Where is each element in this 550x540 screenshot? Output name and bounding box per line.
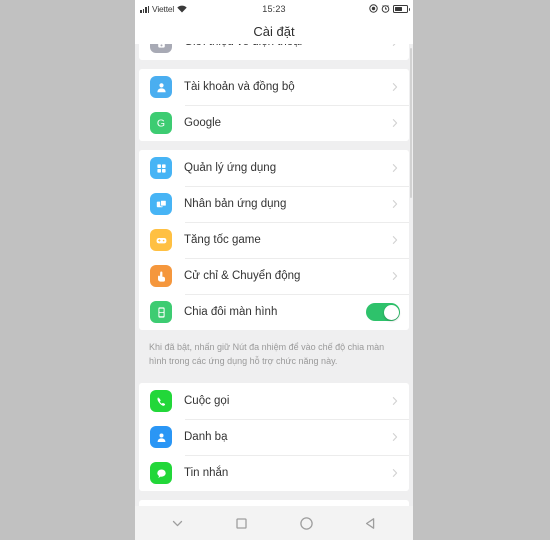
split-screen-hint: Khi đã bật, nhấn giữ Nút đa nhiệm để vào…	[149, 342, 385, 366]
chevron-right-icon	[390, 432, 400, 442]
chevron-right-icon	[390, 163, 400, 173]
split-screen-toggle[interactable]	[366, 303, 400, 321]
chevron-down-icon	[172, 520, 182, 526]
list-item[interactable]: Cuộc gọi	[139, 383, 409, 419]
list-scrollbar[interactable]	[409, 48, 412, 198]
list-item[interactable]: Quản lý ứng dụng	[139, 150, 409, 186]
settings-group-accounts: Tài khoản và đồng bộ G Google	[139, 69, 409, 141]
alarm-clock-icon	[381, 0, 390, 18]
svg-text:G: G	[157, 118, 165, 130]
messages-icon	[150, 462, 172, 484]
list-item-label: Tài khoản và đồng bộ	[184, 81, 295, 93]
list-item-label: Tin nhắn	[184, 467, 229, 479]
system-nav-bar	[135, 506, 413, 540]
list-item-label: Chia đôi màn hình	[184, 306, 278, 318]
chevron-right-icon	[390, 118, 400, 128]
chevron-right-icon	[390, 468, 400, 478]
list-item[interactable]: Tin nhắn	[139, 455, 409, 491]
chevron-right-icon	[390, 396, 400, 406]
settings-group-clipped-top: Giới thiệu về điện thoại	[139, 44, 409, 60]
status-bar: Viettel 15:23	[135, 0, 413, 18]
settings-list[interactable]: Giới thiệu về điện thoại Tài khoản và đồ…	[135, 44, 413, 506]
account-sync-icon	[150, 76, 172, 98]
square-icon	[236, 517, 247, 529]
chevron-right-icon	[390, 82, 400, 92]
toggle-knob	[383, 304, 399, 320]
split-screen-icon	[150, 301, 172, 323]
phone-screen: Viettel 15:23 Cài đặt Tài khoản và đồng …	[135, 0, 413, 540]
chevron-right-icon	[390, 44, 400, 47]
hide-navbar-button[interactable]	[164, 510, 190, 536]
list-item-label: Quản lý ứng dụng	[184, 162, 277, 174]
list-item-label: Tăng tốc game	[184, 234, 261, 246]
circle-icon	[300, 516, 313, 530]
chevron-right-icon	[390, 199, 400, 209]
list-item[interactable]: Cử chỉ & Chuyển động	[139, 258, 409, 294]
list-item[interactable]: Tài khoản và đồng bộ	[139, 69, 409, 105]
list-item-label: Danh bạ	[184, 431, 228, 443]
triangle-left-icon	[366, 517, 375, 529]
page-title-bar: Cài đặt	[135, 18, 413, 44]
page-title: Cài đặt	[253, 23, 295, 39]
list-item-label: Nhân bản ứng dụng	[184, 198, 287, 210]
back-button[interactable]	[358, 510, 384, 536]
status-bar-right	[369, 0, 410, 18]
game-boost-icon	[150, 229, 172, 251]
list-item-label: Cử chỉ & Chuyển động	[184, 270, 301, 282]
phone-icon	[150, 390, 172, 412]
contacts-icon	[150, 426, 172, 448]
home-button[interactable]	[293, 510, 319, 536]
list-item-label: Cuộc gọi	[184, 395, 230, 407]
list-item-label: Google	[184, 117, 222, 129]
chevron-right-icon	[390, 235, 400, 245]
list-item[interactable]: Danh bạ	[139, 419, 409, 455]
clone-apps-icon	[150, 193, 172, 215]
do-not-disturb-icon	[369, 0, 378, 18]
list-item[interactable]: G Google	[139, 105, 409, 141]
app-manager-icon	[150, 157, 172, 179]
list-item[interactable]: Giới thiệu về điện thoại	[139, 44, 409, 60]
recents-button[interactable]	[229, 510, 255, 536]
battery-icon	[393, 5, 410, 13]
list-item[interactable]: Tăng tốc game	[139, 222, 409, 258]
list-item-split-screen[interactable]: Chia đôi màn hình	[139, 294, 409, 330]
google-icon: G	[150, 112, 172, 134]
settings-group-apps: Quản lý ứng dụng Nhân bản ứng dụng Tăng …	[139, 150, 409, 330]
chevron-right-icon	[390, 271, 400, 281]
list-item-label: Giới thiệu về điện thoại	[184, 44, 390, 48]
screenshot-stage: Viettel 15:23 Cài đặt Tài khoản và đồng …	[0, 0, 550, 540]
settings-group-communication: Cuộc gọi Danh bạ Tin nhắn	[139, 383, 409, 491]
about-phone-icon	[150, 44, 172, 53]
gestures-motion-icon	[150, 265, 172, 287]
list-item[interactable]: Nhân bản ứng dụng	[139, 186, 409, 222]
